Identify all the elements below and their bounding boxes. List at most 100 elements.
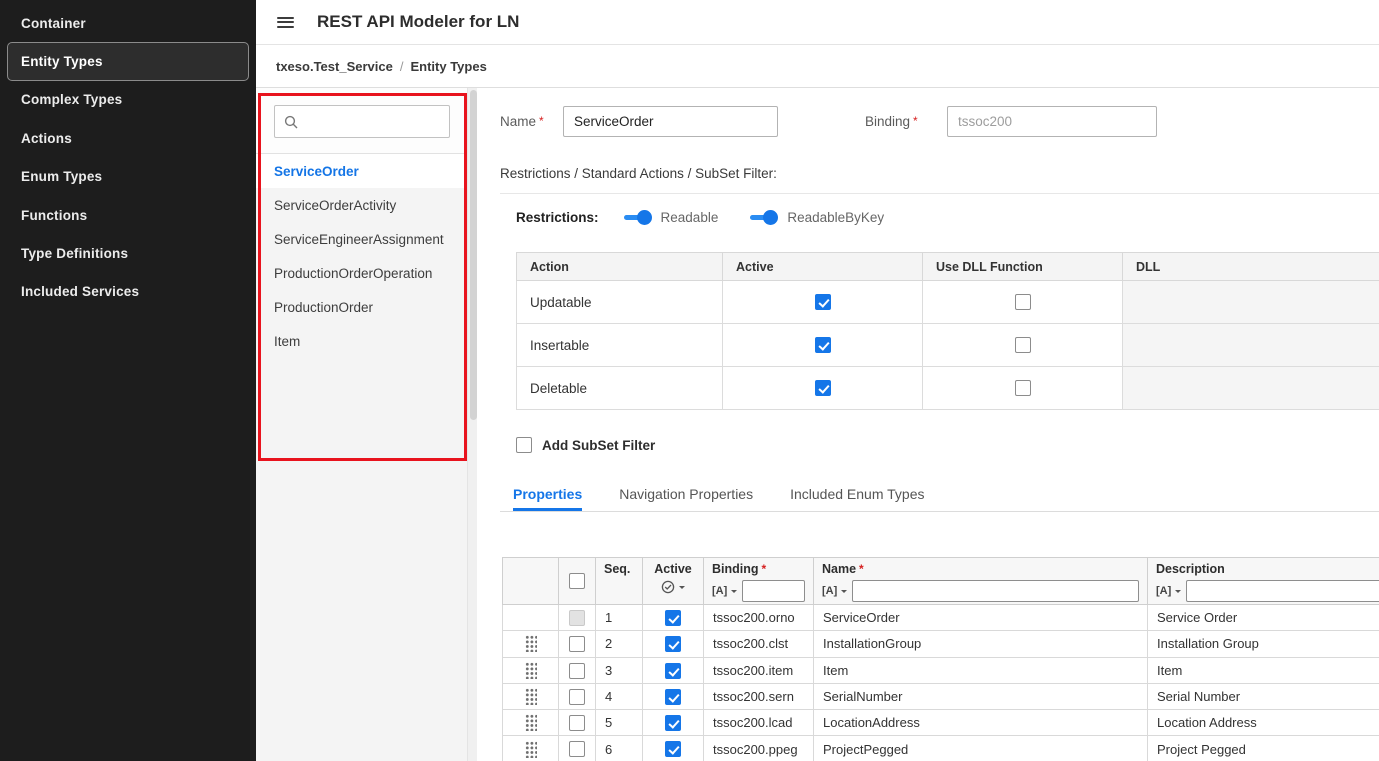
entity-list-item[interactable]: ServiceOrderActivity	[256, 188, 467, 222]
sidebar-item[interactable]: Complex Types	[7, 81, 249, 119]
binding-input[interactable]	[947, 106, 1157, 137]
use-dll-function-checkbox[interactable]	[1015, 337, 1031, 353]
sidebar-item[interactable]: Enum Types	[7, 158, 249, 196]
description-cell: Location Address	[1148, 710, 1379, 736]
hamburger-menu-icon[interactable]	[277, 17, 294, 28]
add-subset-filter-checkbox[interactable]	[516, 437, 532, 453]
restriction-toggle[interactable]	[624, 210, 652, 225]
sidebar-item[interactable]: Type Definitions	[7, 234, 249, 272]
active-checkbox[interactable]	[665, 636, 681, 652]
drag-handle-icon[interactable]	[525, 635, 537, 652]
search-icon	[284, 115, 298, 129]
binding-filter-input[interactable]	[742, 580, 805, 602]
breadcrumb-service[interactable]: txeso.Test_Service	[276, 59, 393, 74]
active-checkbox[interactable]	[665, 741, 681, 757]
active-checkbox[interactable]	[815, 294, 831, 310]
standard-actions-table: ActionActiveUse DLL FunctionDLL Updatabl…	[516, 252, 1379, 410]
scrollbar-thumb[interactable]	[470, 90, 477, 420]
actions-table-header-row: ActionActiveUse DLL FunctionDLL	[517, 253, 1379, 281]
actions-column-header: Use DLL Function	[923, 253, 1123, 281]
property-row: 5 tssoc200.lcad LocationAddress Location…	[503, 710, 1379, 736]
seq-column-header: Seq.	[596, 558, 643, 605]
tab[interactable]: Navigation Properties	[619, 487, 753, 511]
entity-list-item[interactable]: ServiceEngineerAssignment	[256, 222, 467, 256]
entity-list-item[interactable]: Item	[256, 324, 467, 358]
property-row: 4 tssoc200.sern SerialNumber Serial Numb…	[503, 683, 1379, 709]
restrictions-toggle-row: Restrictions: ReadableReadableByKey	[516, 210, 916, 225]
section-divider	[500, 193, 1379, 194]
row-select-checkbox[interactable]	[569, 689, 585, 705]
breadcrumb-separator: /	[400, 59, 404, 74]
required-asterisk: *	[859, 562, 864, 576]
entity-search-box[interactable]	[274, 105, 450, 138]
sidebar-item[interactable]: Functions	[7, 196, 249, 234]
sidebar-item[interactable]: Entity Types	[7, 42, 249, 80]
description-filter-type-dropdown[interactable]: [A]	[1156, 585, 1181, 597]
tab[interactable]: Included Enum Types	[790, 487, 924, 511]
entity-search-input[interactable]	[305, 114, 435, 129]
row-select-checkbox[interactable]	[569, 741, 585, 757]
restriction-toggle[interactable]	[750, 210, 778, 225]
nav-sidebar-list: Container Entity Types Complex Types Act…	[0, 0, 256, 311]
active-filter-dropdown[interactable]	[651, 580, 695, 594]
checked-circle-filter-icon	[661, 580, 675, 594]
description-filter-input[interactable]	[1186, 580, 1379, 602]
drag-column-header	[503, 558, 559, 605]
entity-list-item[interactable]: ProductionOrderOperation	[256, 256, 467, 290]
properties-table: Seq. Active Binding* [A]	[502, 557, 1379, 761]
active-checkbox[interactable]	[815, 337, 831, 353]
sidebar-item[interactable]: Included Services	[7, 273, 249, 311]
drag-handle-icon[interactable]	[525, 688, 537, 705]
drag-handle-icon[interactable]	[525, 714, 537, 731]
drag-handle-icon[interactable]	[525, 741, 537, 758]
add-subset-filter-label: Add SubSet Filter	[542, 438, 655, 453]
description-column-header: Description [A]	[1148, 558, 1379, 605]
row-select-checkbox[interactable]	[569, 636, 585, 652]
name-field-label: Name*	[500, 114, 544, 129]
restrictions-section-caption: Restrictions / Standard Actions / SubSet…	[500, 166, 777, 181]
name-filter-input[interactable]	[852, 580, 1139, 602]
property-row: 3 tssoc200.item Item Item	[503, 657, 1379, 683]
name-filter-type-dropdown[interactable]: [A]	[822, 585, 847, 597]
binding-cell: tssoc200.ppeg	[704, 736, 814, 761]
entity-list-item[interactable]: ProductionOrder	[256, 290, 467, 324]
restrictions-label: Restrictions:	[516, 210, 599, 225]
binding-filter-type-dropdown[interactable]: [A]	[712, 585, 737, 597]
sidebar-item-label: Complex Types	[21, 92, 122, 107]
dll-value-cell[interactable]	[1123, 324, 1379, 367]
entity-search-strip	[256, 88, 467, 154]
entity-list-item[interactable]: ServiceOrder	[256, 154, 467, 188]
dll-value-cell[interactable]	[1123, 281, 1379, 324]
sidebar-item[interactable]: Actions	[7, 119, 249, 157]
active-checkbox[interactable]	[665, 689, 681, 705]
seq-cell: 5	[596, 710, 643, 736]
row-select-checkbox[interactable]	[569, 715, 585, 731]
app-header: REST API Modeler for LN	[256, 0, 1379, 45]
actions-column-header: DLL	[1123, 253, 1379, 281]
use-dll-function-checkbox[interactable]	[1015, 380, 1031, 396]
action-name-cell: Deletable	[517, 367, 723, 410]
entity-list-item-label: Item	[274, 334, 300, 349]
entity-detail-pane: Name* Binding* Restrictions / Standard A…	[477, 88, 1379, 761]
restriction-toggle-label: ReadableByKey	[787, 210, 884, 225]
name-cell: InstallationGroup	[814, 631, 1148, 657]
active-checkbox[interactable]	[665, 663, 681, 679]
vertical-scrollbar[interactable]	[467, 88, 477, 761]
drag-handle-icon[interactable]	[525, 662, 537, 679]
active-checkbox[interactable]	[665, 715, 681, 731]
name-input[interactable]	[563, 106, 778, 137]
select-all-checkbox[interactable]	[569, 573, 585, 589]
dll-value-cell[interactable]	[1123, 367, 1379, 410]
active-checkbox[interactable]	[815, 380, 831, 396]
row-select-checkbox	[569, 610, 585, 626]
tab-label: Navigation Properties	[619, 486, 753, 502]
required-asterisk: *	[913, 114, 918, 128]
row-select-checkbox[interactable]	[569, 663, 585, 679]
required-asterisk: *	[762, 562, 767, 576]
use-dll-function-checkbox[interactable]	[1015, 294, 1031, 310]
tab[interactable]: Properties	[513, 487, 582, 511]
active-checkbox[interactable]	[665, 610, 681, 626]
actions-column-header: Active	[723, 253, 923, 281]
sidebar-item[interactable]: Container	[7, 4, 249, 42]
name-column-header: Name* [A]	[814, 558, 1148, 605]
